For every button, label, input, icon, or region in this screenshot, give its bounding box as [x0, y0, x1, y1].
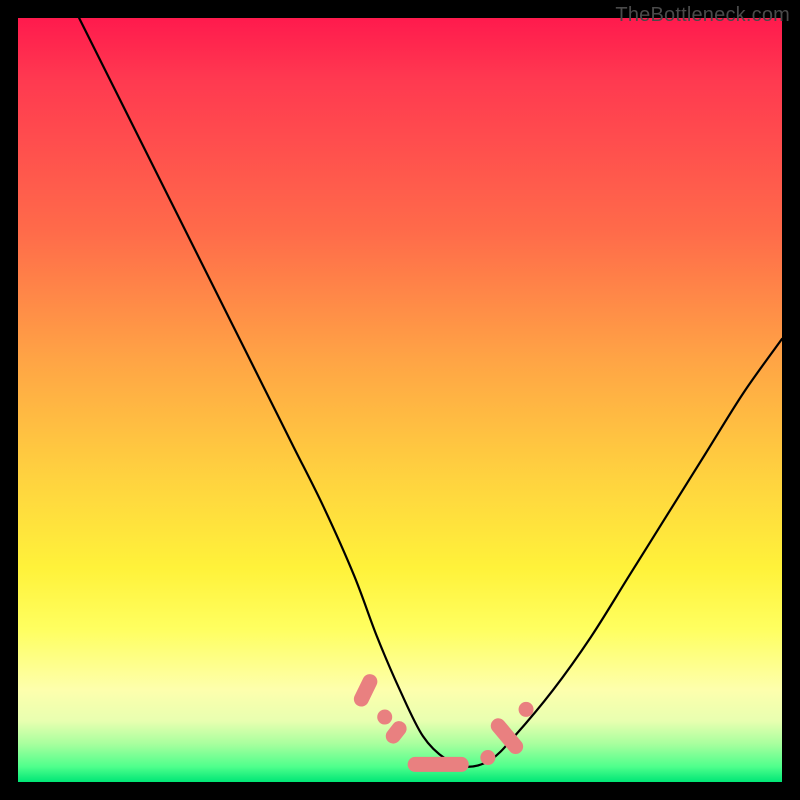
marker-dot: [519, 702, 534, 717]
marker-dot: [480, 750, 495, 765]
curve-svg: [18, 18, 782, 782]
plot-area: [18, 18, 782, 782]
outer-frame: TheBottleneck.com: [0, 0, 800, 800]
marker-pill: [408, 757, 469, 772]
bottleneck-curve: [79, 18, 782, 767]
marker-pill: [488, 715, 527, 757]
marker-dot: [377, 710, 392, 725]
marker-pill: [351, 672, 380, 709]
watermark-text: TheBottleneck.com: [615, 4, 790, 27]
